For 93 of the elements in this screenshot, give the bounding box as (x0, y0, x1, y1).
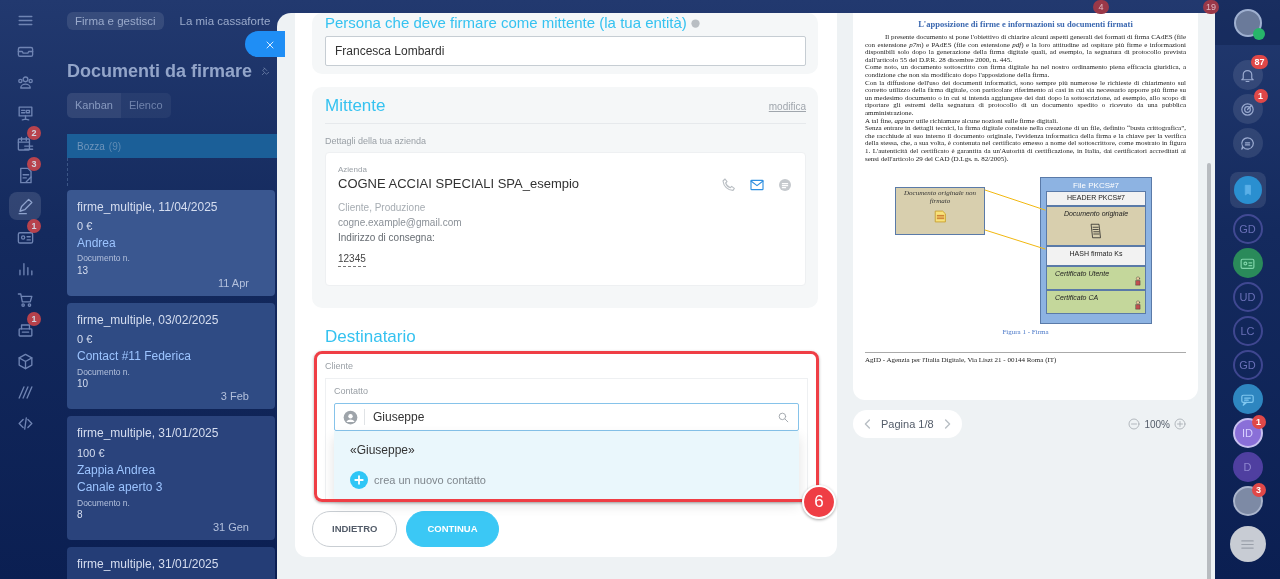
address-value[interactable]: 12345 (338, 252, 366, 267)
field-label: Contatto (334, 385, 370, 397)
deal-card[interactable]: firme_multiple, 11/04/2025 0 € Andrea Documento n. 13 11 Apr (67, 189, 275, 296)
dropdown-item[interactable]: «Giuseppe» (334, 435, 799, 465)
connector-line (985, 189, 1045, 212)
deal-card[interactable]: firme_multiple, 31/01/2025 100 € Zappia Andrea Canale aperto 3 Documento n. 8 31 Gen (67, 416, 275, 540)
view-toggle-option[interactable]: Elenco (120, 93, 171, 118)
calendar-icon[interactable] (15, 134, 35, 154)
cube-icon[interactable] (15, 351, 35, 371)
count-badge: 3 (1251, 483, 1266, 497)
search-icon[interactable] (777, 410, 790, 424)
count-badge: 19 (1203, 0, 1219, 14)
view-toggle-option[interactable]: Kanban (67, 93, 121, 118)
field-label: Documento n. (77, 366, 131, 377)
count-badge: 1 (27, 312, 41, 326)
count-badge: 1 (1251, 415, 1266, 429)
section-title: Destinatario (324, 326, 417, 348)
avatar[interactable]: D (1232, 452, 1263, 482)
back-button[interactable]: INDIETRO (312, 511, 398, 547)
status-dot (1252, 27, 1265, 40)
search-input[interactable]: Giuseppe (365, 408, 777, 426)
field-value: 8 (77, 508, 84, 521)
count-badge: 2 (27, 126, 41, 140)
contact-link[interactable]: Zappia Andrea (77, 462, 265, 478)
section-caption: Dettagli della tua azienda (325, 135, 428, 148)
phone-icon[interactable] (721, 177, 737, 193)
count-badge: 1 (1253, 89, 1268, 103)
avatar[interactable]: ID 1 (1232, 418, 1263, 448)
card-date: 31 Gen (211, 520, 249, 534)
chat-icon[interactable] (1239, 134, 1256, 152)
zoom-level: 100% (1143, 417, 1171, 432)
target-icon[interactable] (1239, 100, 1256, 118)
card-amount: 100 € (77, 446, 106, 460)
card-title: firme_multiple, 31/01/2025 (77, 556, 220, 572)
avatar[interactable]: GD (1232, 214, 1263, 244)
column-count: (9) (108, 139, 122, 153)
field-label: Documento n. (77, 253, 131, 264)
board-icon[interactable] (15, 103, 35, 123)
card-date: 11 Apr (217, 276, 249, 290)
section-title: Mittente (325, 95, 386, 117)
field-label: Indirizzo di consegna: (338, 231, 436, 245)
field-label: Documento n. (77, 497, 131, 508)
figure-icon (1133, 274, 1143, 289)
card-amount: 0 € (77, 333, 94, 347)
deal-card[interactable]: firme_multiple, 03/02/2025 0 € Contact #11 Federica Documento n. 10 3 Feb (67, 302, 275, 410)
close-button[interactable] (245, 31, 285, 57)
plus-icon (350, 471, 368, 489)
company-name: COGNE ACCIAI SPECIALI SPA_esempio (338, 175, 580, 193)
mail-icon[interactable] (749, 177, 765, 193)
field-label: Cliente (325, 360, 354, 372)
dropdown-item[interactable]: crea un nuovo contatto (334, 465, 799, 495)
card-title: firme_multiple, 03/02/2025 (77, 312, 220, 328)
contact-link[interactable]: Canale aperto 3 (77, 480, 265, 495)
count-badge: 4 (1093, 0, 1109, 14)
count-badge: 1 (27, 219, 41, 233)
tab[interactable]: La mia cassaforte (171, 12, 279, 30)
section-title: Persona che deve firmare come mittente (la tua entità) (325, 13, 687, 33)
pin-icon[interactable] (260, 66, 272, 77)
block-title: File PKCS#7 (1072, 180, 1120, 192)
deal-card[interactable]: firme_multiple, 31/01/2025 (67, 546, 275, 579)
avatar[interactable]: 3 (1232, 486, 1263, 516)
company-tags: Cliente, Produzione (338, 201, 793, 215)
page-indicator: Pagina 1/8 (880, 416, 935, 432)
signer-field[interactable]: Francesca Lombardi (325, 36, 806, 66)
count-badge: 87 (1251, 55, 1268, 69)
company-email: cogne.example@gmail.com (338, 216, 463, 230)
step-marker: 6 (802, 485, 836, 519)
count-badge: 3 (27, 157, 41, 171)
connector-line (985, 229, 1045, 251)
column-title: Bozza (77, 139, 105, 153)
person-icon (343, 409, 358, 425)
menu-button[interactable] (1229, 526, 1266, 562)
contact-link[interactable]: Andrea (77, 236, 265, 251)
card-date: 3 Feb (219, 390, 249, 404)
card-title: firme_multiple, 31/01/2025 (77, 426, 220, 441)
contact-link[interactable]: Contact #11 Federica (77, 349, 265, 364)
scrollbar[interactable] (1207, 163, 1211, 579)
field-value: 10 (77, 378, 90, 390)
avatar[interactable]: UD (1232, 282, 1263, 312)
card-title: firme_multiple, 11/04/2025 (77, 199, 219, 214)
avatar[interactable] (1233, 8, 1262, 37)
field-value: 13 (77, 264, 90, 277)
page-title: Documenti da firmare (67, 60, 253, 83)
bookmark-button[interactable] (1233, 176, 1262, 204)
tab[interactable]: Firma e gestisci (67, 12, 164, 30)
file-icon (933, 208, 947, 226)
avatar[interactable]: GD (1232, 350, 1263, 380)
document-title: L'apposizione di firme e informazioni su documenti firmati (917, 18, 1134, 30)
figure-icon (1133, 298, 1143, 313)
avatar[interactable]: LC (1232, 316, 1263, 346)
contact-search-field[interactable]: Giuseppe (334, 403, 799, 431)
field-label: Azienda (338, 165, 368, 175)
card-amount: 0 € (77, 219, 94, 234)
